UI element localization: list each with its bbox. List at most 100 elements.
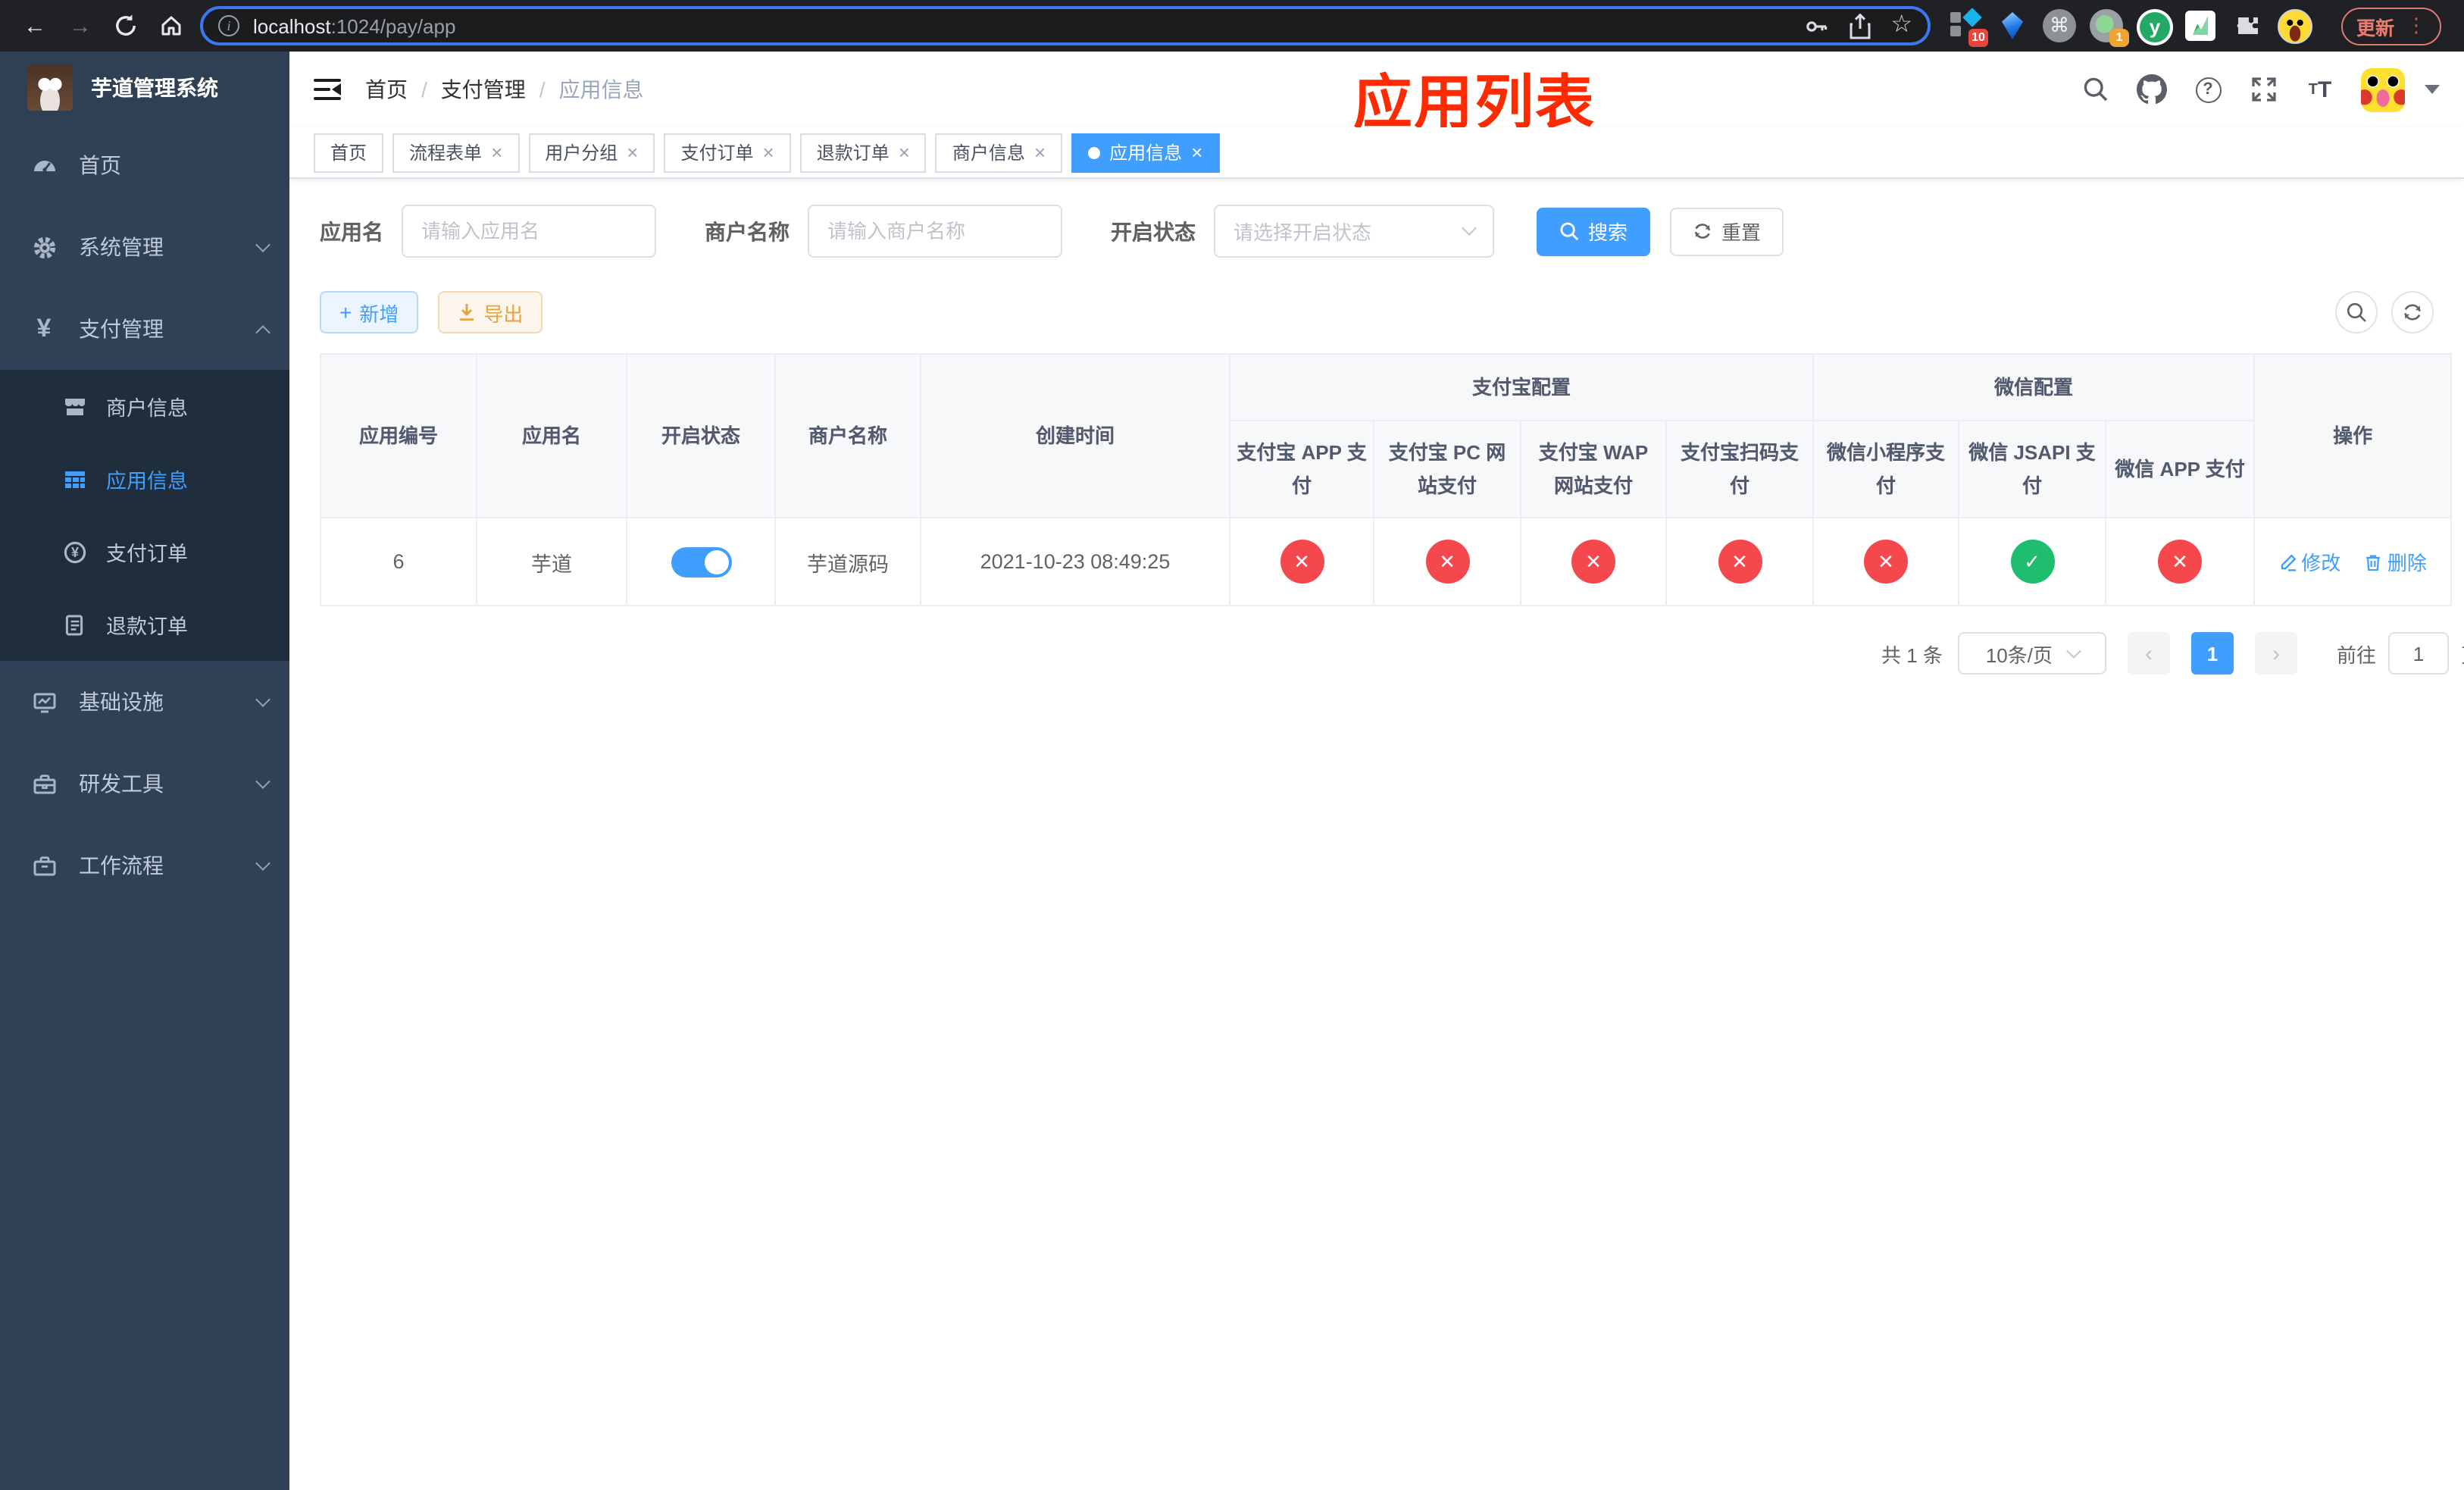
close-icon[interactable]: ×: [899, 142, 910, 161]
chevron-down-icon: [255, 237, 270, 252]
col-alipay-pc: 支付宝 PC 网站支付: [1373, 420, 1521, 518]
active-tab-dot: [1088, 146, 1101, 158]
add-button[interactable]: + 新增: [320, 291, 419, 333]
status-select[interactable]: 请选择开启状态: [1214, 205, 1494, 258]
tab-label: 商户信息: [952, 142, 1025, 164]
sidebar-item-app-info[interactable]: 应用信息: [0, 443, 289, 515]
col-alipay-wap: 支付宝 WAP 网站支付: [1520, 420, 1667, 518]
browser-reload-icon[interactable]: [103, 14, 149, 38]
site-info-icon[interactable]: i: [218, 15, 239, 36]
chevron-up-icon: [255, 324, 270, 340]
browser-forward-icon[interactable]: →: [58, 13, 103, 39]
tags-view-bar: 首页 流程表单 × 用户分组 × 支付订单 × 退款订单 × 商户信息 × 应用信息 ×: [289, 127, 2464, 179]
app-name-input[interactable]: [402, 205, 656, 258]
fullscreen-icon[interactable]: [2249, 74, 2279, 105]
profile-avatar[interactable]: [2278, 8, 2312, 43]
github-icon[interactable]: [2137, 74, 2167, 105]
close-icon[interactable]: ×: [1191, 142, 1202, 161]
export-button[interactable]: 导出: [438, 291, 543, 333]
page-content: 应用名 商户名称 开启状态 请选择开启状态 搜索: [289, 179, 2464, 1490]
extension-command-icon[interactable]: ⌘: [2043, 9, 2076, 42]
current-page-button[interactable]: 1: [2190, 632, 2234, 675]
extension-gem-icon[interactable]: [1996, 9, 2029, 42]
browser-back-icon[interactable]: ←: [12, 13, 58, 39]
sidebar-item-system[interactable]: 系统管理: [0, 206, 289, 288]
tab-process-form[interactable]: 流程表单 ×: [392, 133, 520, 172]
goto-page-input[interactable]: [2387, 632, 2449, 675]
sidebar-item-refund-orders[interactable]: 退款订单: [0, 588, 289, 661]
sidebar-item-dev-tools[interactable]: 研发工具: [0, 743, 289, 825]
bookmark-star-icon[interactable]: ☆: [1890, 13, 1912, 37]
tab-user-group[interactable]: 用户分组 ×: [528, 133, 655, 172]
status-toggle[interactable]: [671, 546, 731, 577]
status-icon-wx-app: ✕: [2158, 540, 2203, 584]
sidebar-item-infrastructure[interactable]: 基础设施: [0, 661, 289, 743]
prev-page-button[interactable]: ‹: [2127, 632, 2170, 675]
close-icon[interactable]: ×: [491, 142, 502, 161]
sidebar-item-merchant-info[interactable]: 商户信息: [0, 370, 289, 443]
tab-refund-orders[interactable]: 退款订单 ×: [799, 133, 927, 172]
status-icon-wx-mini: ✕: [1864, 540, 1909, 584]
reset-button[interactable]: 重置: [1670, 207, 1784, 255]
refresh-table-button[interactable]: [2391, 291, 2434, 333]
sidebar-item-payment[interactable]: ¥ 支付管理: [0, 288, 289, 370]
tab-pay-orders[interactable]: 支付订单 ×: [664, 133, 791, 172]
browser-home-icon[interactable]: [149, 14, 194, 38]
extension-notes-icon[interactable]: [2184, 9, 2217, 42]
browser-update-button[interactable]: 更新 ⋮: [2341, 7, 2442, 45]
close-icon[interactable]: ×: [627, 142, 638, 161]
col-alipay-qr: 支付宝扫码支付: [1665, 420, 1815, 518]
reset-button-label: 重置: [1721, 221, 1762, 244]
sidebar-item-home[interactable]: 首页: [0, 124, 289, 206]
page-size-select[interactable]: 10条/页: [1957, 632, 2106, 675]
address-bar[interactable]: i localhost:1024/pay/app ☆: [200, 6, 1931, 45]
merchant-name-label: 商户名称: [705, 219, 790, 243]
url-text[interactable]: localhost:1024/pay/app: [253, 14, 1803, 37]
merchant-name-input[interactable]: [808, 205, 1062, 258]
search-icon[interactable]: [2081, 74, 2111, 105]
sidebar-logo[interactable]: 芋道管理系统: [0, 52, 289, 124]
extension-blocks-icon[interactable]: 10: [1949, 8, 1988, 47]
avatar-caret-icon[interactable]: [2425, 85, 2440, 94]
extension-recorder-icon[interactable]: 1: [2090, 9, 2129, 47]
sidebar-item-pay-orders[interactable]: ¥ 支付订单: [0, 515, 289, 588]
delete-label: 删除: [2387, 552, 2427, 574]
plus-icon: +: [339, 300, 352, 324]
tab-label: 退款订单: [816, 142, 890, 164]
tab-app-info[interactable]: 应用信息 ×: [1071, 133, 1220, 172]
close-icon[interactable]: ×: [763, 142, 774, 161]
share-icon[interactable]: [1848, 13, 1871, 39]
help-icon[interactable]: ?: [2193, 74, 2223, 105]
yen-icon: ¥: [36, 314, 52, 343]
tab-label: 用户分组: [545, 142, 618, 164]
next-page-button[interactable]: ›: [2254, 632, 2297, 675]
status-icon-alipay-wap: ✕: [1571, 540, 1615, 584]
sidebar-item-workflow[interactable]: 工作流程: [0, 825, 289, 906]
sidebar-collapse-icon[interactable]: [314, 79, 341, 100]
tab-merchant-info[interactable]: 商户信息 ×: [935, 133, 1063, 172]
extension-badge: 10: [1968, 29, 1988, 47]
tab-home[interactable]: 首页: [314, 133, 384, 172]
url-path: :1024/pay/app: [330, 14, 456, 37]
user-avatar[interactable]: [2361, 67, 2405, 111]
top-navbar: 首页 / 支付管理 / 应用信息 应用列表 ? T T: [289, 52, 2464, 136]
close-icon[interactable]: ×: [1034, 142, 1046, 161]
font-size-icon[interactable]: TT: [2305, 74, 2335, 105]
extensions-puzzle-icon[interactable]: [2231, 9, 2264, 42]
app-title: 芋道管理系统: [91, 76, 218, 100]
page-unit-label: 页: [2461, 639, 2464, 668]
browser-menu-icon[interactable]: ⋮: [2406, 15, 2426, 35]
group-wechat-config: 微信配置: [1812, 353, 2256, 421]
status-icon-wx-jsapi: ✓: [2010, 540, 2055, 584]
tab-label: 流程表单: [409, 142, 483, 164]
extension-y-icon[interactable]: y: [2137, 9, 2173, 45]
password-key-icon[interactable]: [1803, 13, 1828, 39]
search-button[interactable]: 搜索: [1537, 207, 1651, 255]
delete-link[interactable]: 删除: [2365, 547, 2427, 576]
chevron-down-icon: [1462, 221, 1477, 236]
edit-link[interactable]: 修改: [2278, 547, 2340, 576]
show-search-toggle-button[interactable]: [2335, 291, 2378, 333]
sidebar-item-label: 商户信息: [106, 397, 188, 420]
breadcrumb-home[interactable]: 首页: [365, 74, 408, 105]
breadcrumb-payment[interactable]: 支付管理: [441, 74, 526, 105]
